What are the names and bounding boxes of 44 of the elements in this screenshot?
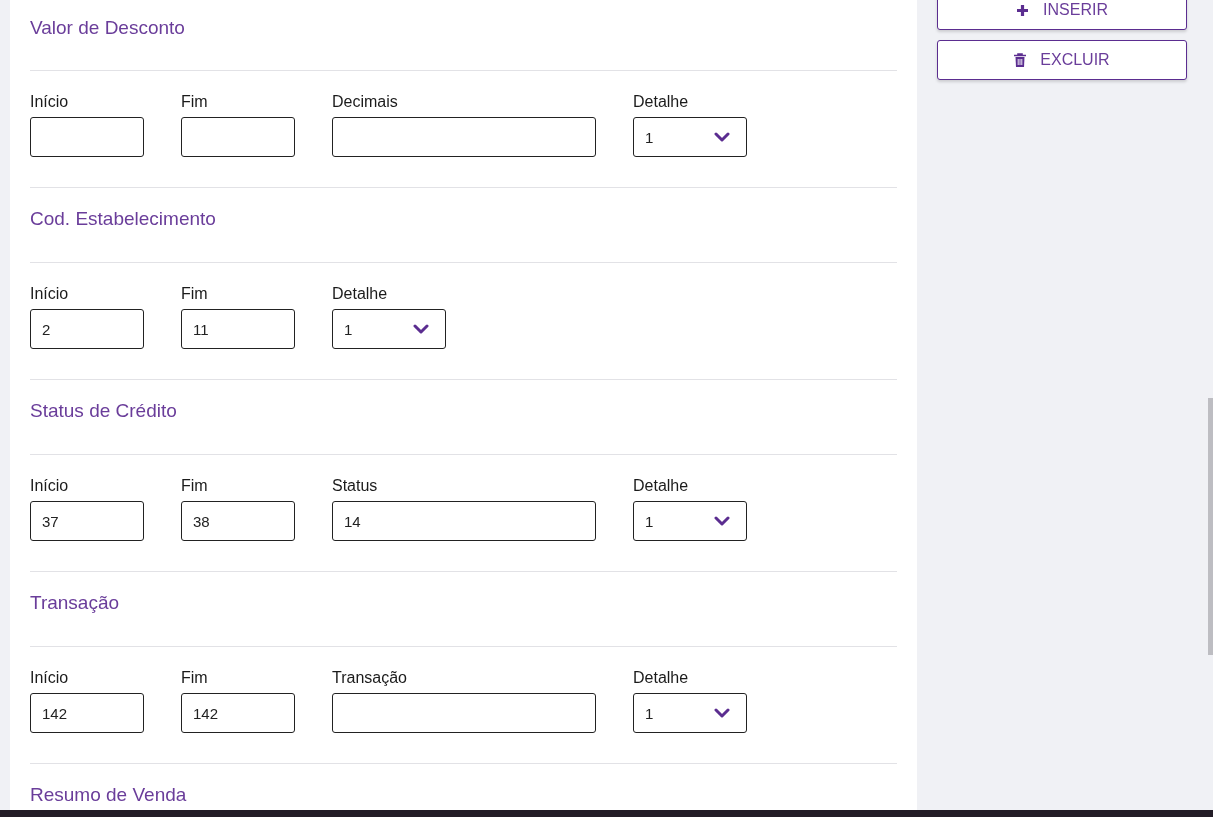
- field-label: Fim: [181, 669, 209, 687]
- section-title: Cod. Estabelecimento: [30, 208, 216, 230]
- dropdown[interactable]: 1: [633, 117, 747, 157]
- field-label: Início: [30, 669, 70, 687]
- input-field[interactable]: 37: [30, 501, 144, 541]
- field-label: Detalhe: [633, 669, 690, 687]
- scrollbar-thumb[interactable]: [1208, 398, 1213, 655]
- dropdown[interactable]: 1: [633, 693, 747, 733]
- input-field[interactable]: [332, 117, 596, 157]
- input-field[interactable]: [332, 693, 596, 733]
- field-label: Status: [332, 477, 379, 495]
- input-field[interactable]: [30, 117, 144, 157]
- input-field[interactable]: 142: [181, 693, 295, 733]
- input-field[interactable]: 142: [30, 693, 144, 733]
- trash-icon: [1014, 53, 1027, 67]
- input-field[interactable]: 38: [181, 501, 295, 541]
- section-title: Status de Crédito: [30, 400, 177, 422]
- field-label: Início: [30, 477, 70, 495]
- chevron-down-icon: [413, 324, 429, 334]
- input-field[interactable]: [181, 117, 295, 157]
- field-label: Início: [30, 285, 70, 303]
- field-label: Decimais: [332, 93, 399, 111]
- action-button[interactable]: EXCLUIR: [937, 40, 1187, 80]
- dropdown[interactable]: 1: [633, 501, 747, 541]
- section-title: Transação: [30, 592, 120, 614]
- field-label: Início: [30, 93, 70, 111]
- field-label: Fim: [181, 477, 209, 495]
- section-title: Resumo de Venda: [30, 784, 187, 806]
- chevron-down-icon: [714, 132, 730, 142]
- section-title: Valor de Desconto: [30, 17, 185, 39]
- field-label: Detalhe: [332, 285, 389, 303]
- dropdown[interactable]: 1: [332, 309, 446, 349]
- action-button[interactable]: INSERIR: [937, 0, 1187, 30]
- field-label: Fim: [181, 285, 209, 303]
- chevron-down-icon: [714, 516, 730, 526]
- plus-icon: [1016, 3, 1030, 17]
- field-label: Detalhe: [633, 477, 690, 495]
- field-label: Fim: [181, 93, 209, 111]
- field-label: Transação: [332, 669, 408, 687]
- field-label: Detalhe: [633, 93, 690, 111]
- input-field[interactable]: 2: [30, 309, 144, 349]
- input-field[interactable]: 14: [332, 501, 596, 541]
- input-field[interactable]: 11: [181, 309, 295, 349]
- chevron-down-icon: [714, 708, 730, 718]
